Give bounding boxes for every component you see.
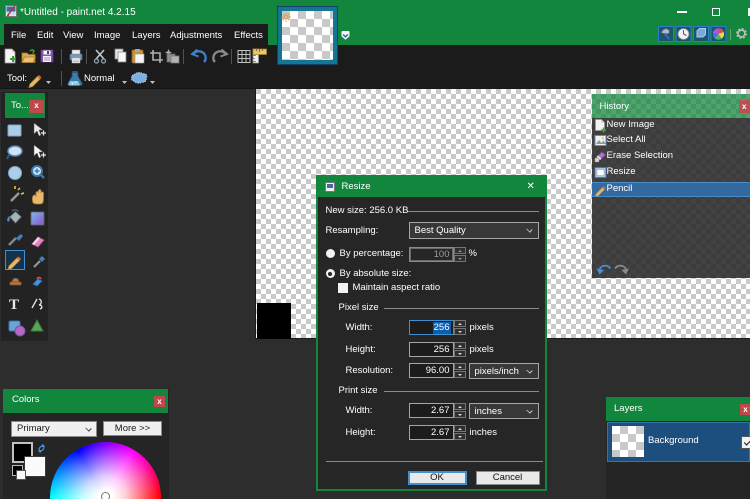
svg-text:T: T [9, 297, 19, 313]
